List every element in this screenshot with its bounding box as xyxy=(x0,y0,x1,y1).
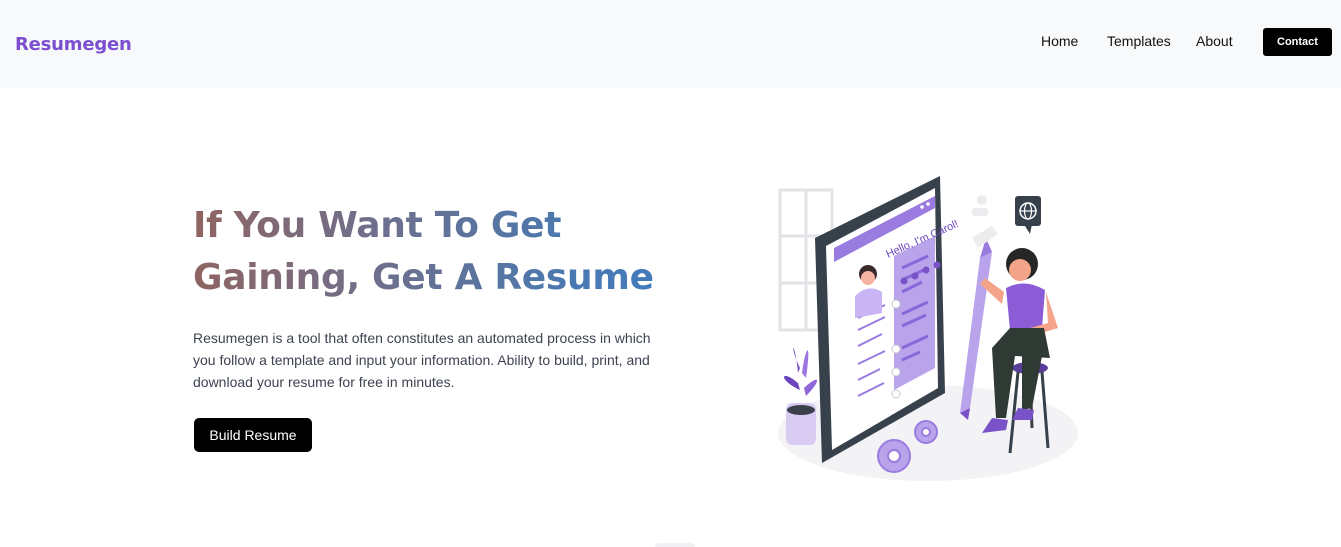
brand-logo[interactable]: Resumegen xyxy=(15,34,132,55)
hero-illustration: Hello, I'm Carol! xyxy=(760,168,1090,488)
hero-title-line-1: If You Want To Get xyxy=(193,205,562,246)
resume-illustration-svg: Hello, I'm Carol! xyxy=(778,176,1078,481)
decorative-shape xyxy=(655,543,695,547)
hero-title-line-2: Gaining, Get A Resume xyxy=(193,257,654,298)
build-resume-button[interactable]: Build Resume xyxy=(194,418,312,452)
contact-button[interactable]: Contact xyxy=(1263,28,1332,56)
nav-about-link[interactable]: About xyxy=(1196,33,1233,49)
top-navbar: Resumegen Home Templates About Contact xyxy=(0,0,1341,88)
nav-home-link[interactable]: Home xyxy=(1041,33,1078,49)
hero-title: If You Want To Get Gaining, Get A Resume xyxy=(193,200,713,304)
globe-icon xyxy=(1015,196,1041,234)
plant-icon xyxy=(784,348,818,445)
hero-description: Resumegen is a tool that often constitut… xyxy=(193,330,651,390)
nav-templates-link[interactable]: Templates xyxy=(1107,33,1171,49)
